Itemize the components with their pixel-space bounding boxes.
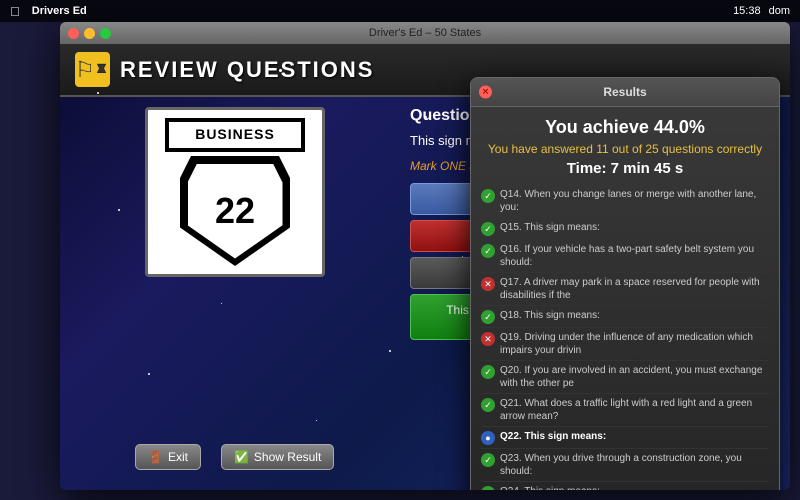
- result-status-icon: ✓: [481, 189, 495, 203]
- exit-icon: 🚪: [148, 450, 163, 464]
- results-overlay: ✕ Results You achieve 44.0% You have ans…: [470, 77, 780, 490]
- sign-business-banner: BUSINESS: [165, 118, 305, 152]
- close-button[interactable]: [68, 28, 79, 39]
- result-status-icon: ✓: [481, 365, 495, 379]
- result-item[interactable]: ● Q22. This sign means:: [481, 427, 769, 449]
- window-title: Driver's Ed – 50 States: [369, 27, 481, 39]
- result-item[interactable]: ✓ Q18. This sign means:: [481, 306, 769, 328]
- menu-bar:  Drivers Ed 15:38 dom: [0, 0, 800, 22]
- result-text: Q20. If you are involved in an accident,…: [500, 364, 769, 390]
- app-window: Driver's Ed – 50 States REVIEW QUESTIONS: [60, 22, 790, 490]
- result-status-icon: ✓: [481, 244, 495, 258]
- result-item[interactable]: ✓ Q15. This sign means:: [481, 218, 769, 240]
- sign-shield: 22: [180, 156, 290, 266]
- show-result-label: Show Result: [254, 450, 321, 464]
- result-text: Q14. When you change lanes or merge with…: [500, 188, 769, 214]
- flag-sign-icon: [95, 52, 110, 87]
- result-item[interactable]: ✓ Q14. When you change lanes or merge wit…: [481, 185, 769, 218]
- result-text: Q18. This sign means:: [500, 309, 600, 322]
- result-status-icon: ✓: [481, 398, 495, 412]
- result-item[interactable]: ✕ Q17. A driver may park in a space reser…: [481, 273, 769, 306]
- result-text: Q19. Driving under the influence of any …: [500, 331, 769, 357]
- minimize-button[interactable]: [84, 28, 95, 39]
- results-title: Results: [603, 85, 646, 99]
- results-title-bar: ✕ Results: [471, 78, 779, 107]
- results-body: You achieve 44.0% You have answered 11 o…: [471, 107, 779, 490]
- show-result-button[interactable]: ✅ Show Result: [221, 444, 334, 470]
- footer-buttons: 🚪 Exit ✅ Show Result: [135, 444, 334, 470]
- sign-image: BUSINESS 22: [145, 107, 325, 277]
- menu-bar-left:  Drivers Ed: [10, 4, 87, 19]
- result-status-icon: ✕: [481, 277, 495, 291]
- sign-business-text: BUSINESS: [195, 126, 275, 142]
- result-text: Q16. If your vehicle has a two-part safe…: [500, 243, 769, 269]
- result-status-icon: ✓: [481, 310, 495, 324]
- result-text: Q23. When you drive through a constructi…: [500, 452, 769, 478]
- sign-shield-inner: 22: [188, 164, 283, 259]
- exit-button[interactable]: 🚪 Exit: [135, 444, 201, 470]
- exit-label: Exit: [168, 450, 188, 464]
- app-menu-name: Drivers Ed: [32, 5, 87, 17]
- window-controls: [68, 28, 111, 39]
- checkmark-icon: ✅: [234, 450, 249, 464]
- sign-number: 22: [215, 193, 255, 229]
- result-item[interactable]: ✕ Q19. Driving under the influence of any…: [481, 328, 769, 361]
- result-item[interactable]: ✓ Q23. When you drive through a construct…: [481, 449, 769, 482]
- page-title: REVIEW QUESTIONS: [120, 57, 374, 83]
- result-text: Q24. This sign means:: [500, 485, 600, 490]
- left-panel: BUSINESS 22: [75, 107, 395, 490]
- menu-bar-right: 15:38 dom: [733, 5, 790, 17]
- result-text: Q21. What does a traffic light with a re…: [500, 397, 769, 423]
- header-icon: [75, 52, 110, 87]
- menu-bar-user: dom: [769, 5, 790, 17]
- result-item[interactable]: ✓ Q20. If you are involved in an accident…: [481, 361, 769, 394]
- apple-icon: : [10, 4, 20, 19]
- result-item[interactable]: ✓ Q24. This sign means:: [481, 482, 769, 490]
- result-text: Q22. This sign means:: [500, 430, 606, 443]
- result-text: Q17. A driver may park in a space reserv…: [500, 276, 769, 302]
- result-status-icon: ✓: [481, 222, 495, 236]
- results-detail: You have answered 11 out of 25 questions…: [481, 142, 769, 156]
- result-item[interactable]: ✓ Q16. If your vehicle has a two-part saf…: [481, 240, 769, 273]
- result-status-icon: ✓: [481, 486, 495, 490]
- results-time: Time: 7 min 45 s: [481, 160, 769, 177]
- result-status-icon: ✕: [481, 332, 495, 346]
- app-titlebar: Driver's Ed – 50 States: [60, 22, 790, 44]
- result-item[interactable]: ✓ Q21. What does a traffic light with a r…: [481, 394, 769, 427]
- menu-bar-time: 15:38: [733, 5, 761, 17]
- results-score: You achieve 44.0%: [481, 117, 769, 138]
- maximize-button[interactable]: [100, 28, 111, 39]
- result-status-icon: ●: [481, 431, 495, 445]
- result-status-icon: ✓: [481, 453, 495, 467]
- result-text: Q15. This sign means:: [500, 221, 600, 234]
- results-close-button[interactable]: ✕: [479, 86, 492, 99]
- results-list: ✓ Q14. When you change lanes or merge wit…: [481, 185, 769, 490]
